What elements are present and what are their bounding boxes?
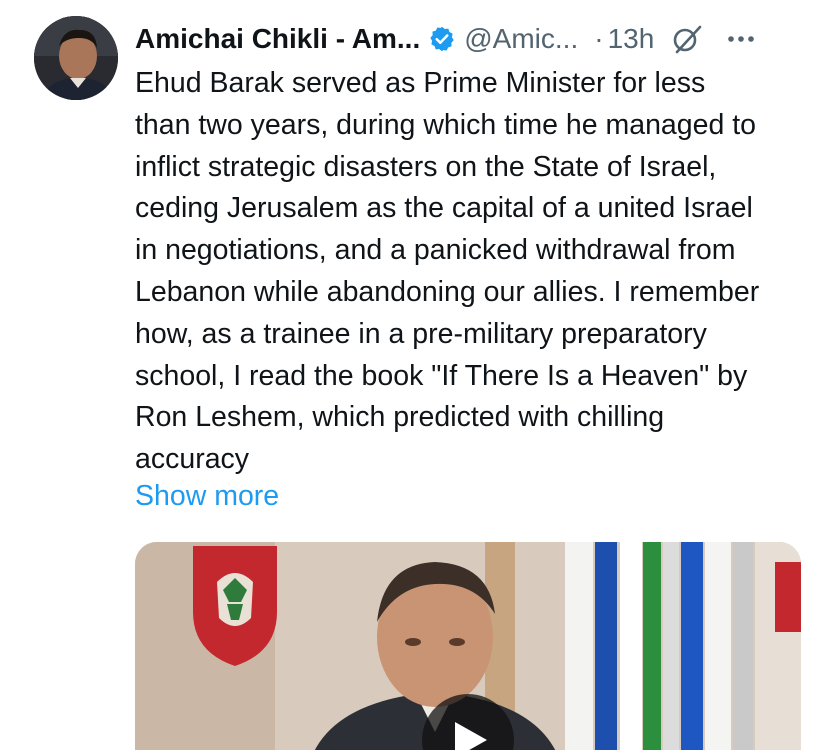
video-thumbnail[interactable] (135, 542, 801, 750)
timestamp[interactable]: 13h (608, 23, 655, 55)
show-more-link[interactable]: Show more (135, 476, 279, 518)
tweet-text-line: Ron Leshem, which predicted with chillin… (135, 401, 665, 434)
tweet-text-line: inflict strategic disasters on the State… (135, 150, 717, 183)
tweet[interactable]: Amichai Chikli - Am... @Amic... · 13h Eh… (0, 0, 836, 750)
tweet-header: Amichai Chikli - Am... @Amic... · 13h (135, 18, 825, 60)
author-display-name[interactable]: Amichai Chikli - Am... (135, 23, 420, 55)
separator-dot: · (594, 23, 604, 54)
more-options-icon[interactable] (724, 22, 758, 56)
verified-badge-icon (428, 25, 456, 53)
avatar-image (34, 16, 118, 100)
tweet-text-line: accuracy (135, 443, 250, 476)
grok-icon[interactable] (670, 22, 704, 56)
avatar[interactable] (34, 16, 118, 100)
tweet-text-line: school, I read the book "If There Is a H… (135, 359, 748, 392)
tweet-text-line: how, as a trainee in a pre-military prep… (135, 317, 707, 350)
tweet-text: Ehud Barak served as Prime Minister for … (135, 63, 825, 481)
tweet-text-line: than two years, during which time he man… (135, 108, 757, 141)
tweet-text-line: Lebanon while abandoning our allies. I r… (135, 275, 760, 308)
tweet-text-line: Ehud Barak served as Prime Minister for … (135, 67, 706, 99)
author-handle[interactable]: @Amic... (464, 23, 578, 55)
video-frame (135, 542, 801, 750)
tweet-text-line: ceding Jerusalem as the capital of a uni… (135, 192, 753, 225)
tweet-text-line: in negotiations, and a panicked withdraw… (135, 234, 736, 267)
